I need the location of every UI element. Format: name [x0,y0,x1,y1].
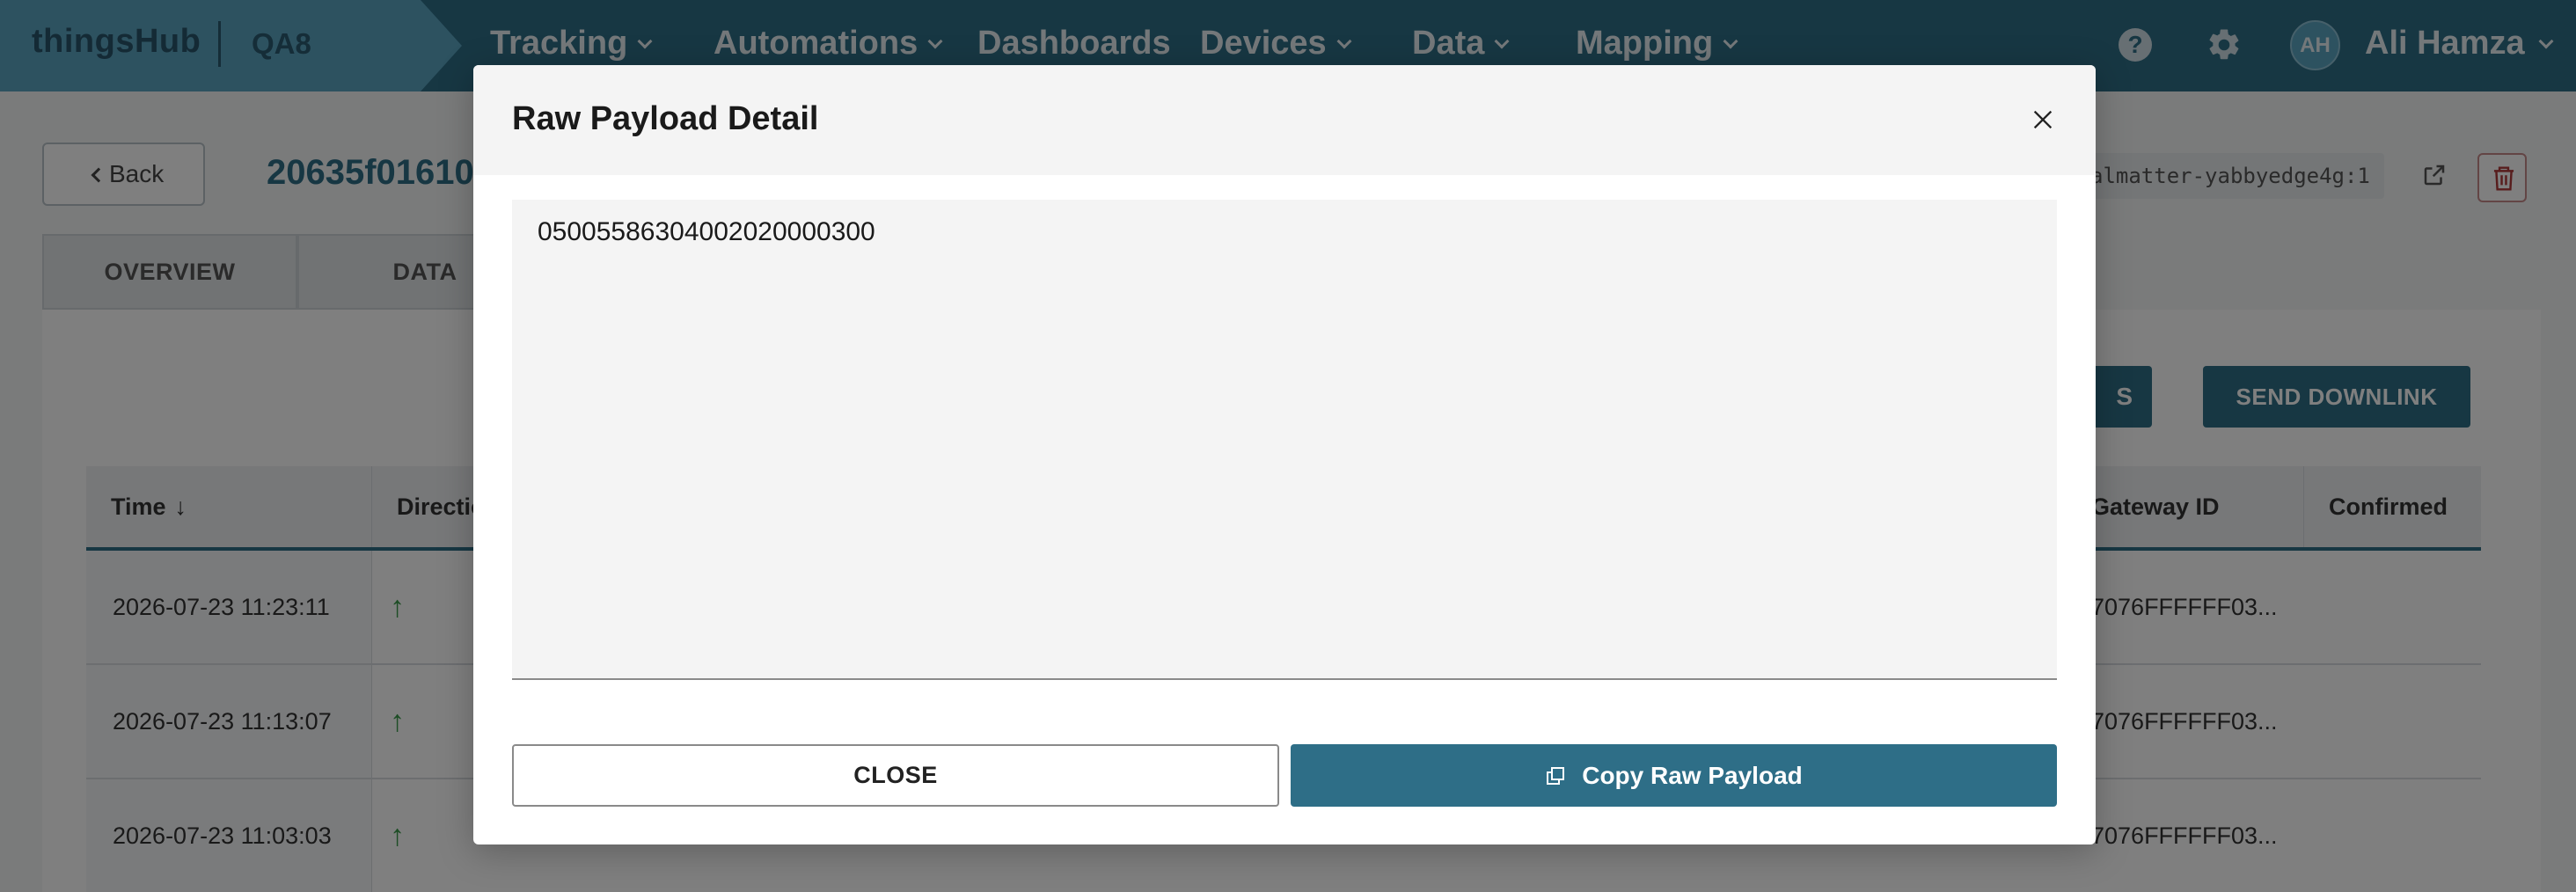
copy-button-label: Copy Raw Payload [1582,762,1803,789]
close-icon[interactable] [2031,107,2055,132]
close-button[interactable]: CLOSE [512,744,1279,807]
modal-header: Raw Payload Detail [473,65,2096,175]
modal-title: Raw Payload Detail [512,100,819,137]
raw-payload-modal: Raw Payload Detail 050055863040020200003… [473,65,2096,844]
copy-icon [1547,766,1565,785]
copy-raw-payload-button[interactable]: Copy Raw Payload [1291,744,2057,807]
raw-payload-textarea[interactable]: 05005586304002020000300 [512,200,2057,680]
